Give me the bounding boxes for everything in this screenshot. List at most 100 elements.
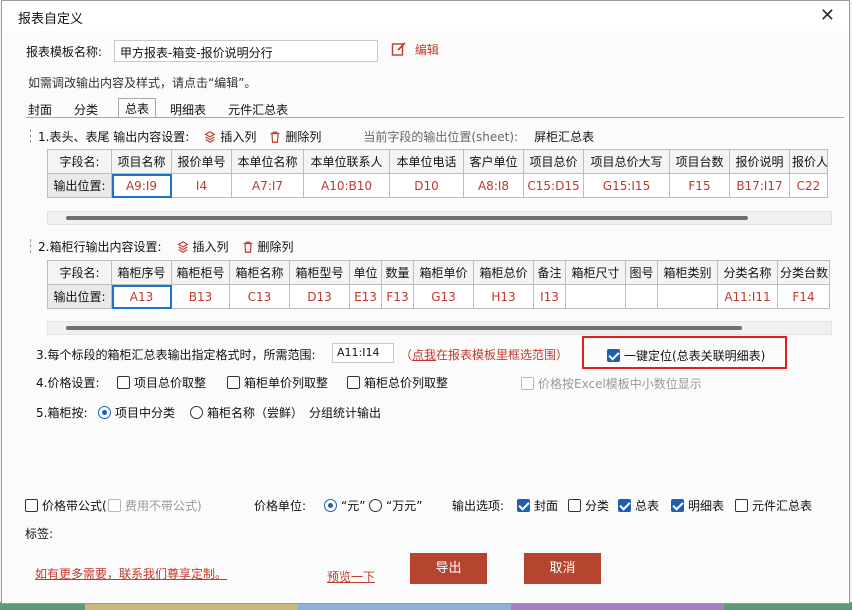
click-me-link[interactable]: 点我 xyxy=(412,348,436,362)
output-position-label: 当前字段的输出位置(sheet): xyxy=(363,130,519,144)
output-cell[interactable]: A10:B10 xyxy=(303,173,390,198)
field-name-row: 字段名: 箱柜序号 箱柜柜号 箱柜名称 箱柜型号 单位 数量 箱柜单价 箱柜总价… xyxy=(47,260,830,285)
radio-unselected-icon xyxy=(190,406,203,419)
section2-horizontal-scrollbar[interactable] xyxy=(47,321,832,335)
field-header-cell[interactable]: 分类台数 xyxy=(777,260,830,285)
section1-horizontal-scrollbar[interactable] xyxy=(47,211,832,225)
output-class-label: 分类 xyxy=(585,499,610,513)
round-project-total-label: 项目总价取整 xyxy=(134,376,207,390)
group-by-name-radio[interactable]: 箱柜名称（尝鲜） xyxy=(190,404,303,421)
output-cell[interactable] xyxy=(565,284,626,309)
price-formula-checkbox[interactable]: 价格带公式( xyxy=(25,497,107,514)
output-cell[interactable]: G13 xyxy=(413,284,474,309)
output-cell[interactable]: I4 xyxy=(171,173,232,198)
output-cell[interactable]: A8:I8 xyxy=(463,173,524,198)
output-cell[interactable]: D10 xyxy=(389,173,464,198)
fee-no-formula-checkbox[interactable]: 费用不带公式) xyxy=(108,497,202,514)
field-header-cell[interactable]: 项目名称 xyxy=(111,149,172,174)
close-icon[interactable]: ✕ xyxy=(820,5,835,26)
tab-classification[interactable]: 分类 xyxy=(72,99,106,118)
output-cell[interactable]: A11:I11 xyxy=(717,284,778,309)
field-header-cell[interactable]: 项目台数 xyxy=(669,149,730,174)
field-header-cell[interactable]: 箱柜型号 xyxy=(289,260,350,285)
output-cell[interactable]: B13 xyxy=(171,284,230,309)
section2-insert-column-button[interactable]: 插入列 xyxy=(176,238,229,255)
field-header-cell[interactable]: 箱柜柜号 xyxy=(171,260,230,285)
section2-delete-column-button[interactable]: 删除列 xyxy=(241,238,294,255)
field-header-cell[interactable]: 箱柜序号 xyxy=(111,260,172,285)
output-cell-selected[interactable]: A13 xyxy=(111,284,172,309)
round-unit-price-label: 箱柜单价列取整 xyxy=(244,376,329,390)
unit-yuan-radio[interactable]: “元” xyxy=(324,497,365,514)
output-cell[interactable]: F14 xyxy=(777,284,830,309)
round-project-total-checkbox[interactable]: 项目总价取整 xyxy=(117,374,206,391)
one-key-locate-checkbox[interactable]: 一键定位(总表关联明细表) xyxy=(607,347,765,364)
field-header-cell[interactable]: 客户单位 xyxy=(463,149,524,174)
section2-title: 2.箱柜行输出内容设置: xyxy=(38,240,162,254)
tab-summary[interactable]: 总表 xyxy=(118,98,157,118)
output-cell[interactable] xyxy=(625,284,658,309)
field-header-cell[interactable]: 报价人 xyxy=(789,149,828,174)
group-by-project-radio[interactable]: 项目中分类 xyxy=(98,404,175,421)
output-cell-selected[interactable]: A9:I9 xyxy=(111,173,172,198)
tab-cover[interactable]: 封面 xyxy=(26,99,60,118)
excel-decimal-checkbox[interactable]: 价格按Excel模板中小数位显示 xyxy=(521,375,702,392)
tab-detail[interactable]: 明细表 xyxy=(168,99,214,118)
custom-contact-link[interactable]: 如有更多需要，联系我们尊享定制。 xyxy=(35,565,227,582)
output-cell[interactable]: I13 xyxy=(533,284,566,309)
export-button[interactable]: 导出 xyxy=(410,553,487,584)
output-cover-checkbox[interactable]: 封面 xyxy=(517,497,558,514)
round-unit-price-checkbox[interactable]: 箱柜单价列取整 xyxy=(227,374,328,391)
cancel-button[interactable]: 取消 xyxy=(524,553,601,584)
field-header-cell[interactable]: 数量 xyxy=(381,260,414,285)
template-name-input[interactable]: 甲方报表-箱变-报价说明分行 xyxy=(114,40,378,62)
field-header-cell[interactable]: 分类名称 xyxy=(717,260,778,285)
field-header-cell[interactable]: 箱柜总价 xyxy=(473,260,534,285)
output-cell[interactable]: C22 xyxy=(789,173,828,198)
output-cell[interactable]: C15:D15 xyxy=(523,173,584,198)
range-input[interactable]: A11:I14 xyxy=(332,343,394,363)
output-cell[interactable]: F13 xyxy=(381,284,414,309)
output-cell[interactable]: F15 xyxy=(669,173,730,198)
output-cell[interactable]: H13 xyxy=(473,284,534,309)
delete-column-label: 删除列 xyxy=(285,130,322,144)
field-header-cell[interactable]: 本单位名称 xyxy=(231,149,304,174)
field-header-cell[interactable]: 本单位电话 xyxy=(389,149,464,174)
output-cell[interactable]: G15:I15 xyxy=(583,173,670,198)
output-total-checkbox[interactable]: 总表 xyxy=(618,497,659,514)
field-header-cell[interactable]: 箱柜类别 xyxy=(657,260,718,285)
section1-delete-column-button[interactable]: 删除列 xyxy=(268,128,321,145)
output-cell[interactable]: B17:I17 xyxy=(729,173,790,198)
edit-link[interactable]: 编辑 xyxy=(391,41,439,58)
field-header-cell[interactable]: 单位 xyxy=(349,260,382,285)
field-header-cell[interactable]: 箱柜名称 xyxy=(229,260,290,285)
round-total-price-checkbox[interactable]: 箱柜总价列取整 xyxy=(347,374,448,391)
field-header-cell[interactable]: 箱柜尺寸 xyxy=(565,260,626,285)
field-header-cell[interactable]: 报价单号 xyxy=(171,149,232,174)
output-cell[interactable]: E13 xyxy=(349,284,382,309)
edit-label: 编辑 xyxy=(414,43,439,57)
output-cell[interactable] xyxy=(657,284,718,309)
tag-label: 标签: xyxy=(25,527,54,541)
scrollbar-thumb[interactable] xyxy=(66,326,742,330)
output-cell[interactable]: C13 xyxy=(229,284,290,309)
field-header-cell[interactable]: 本单位联系人 xyxy=(303,149,390,174)
field-header-cell[interactable]: 项目总价 xyxy=(523,149,584,174)
field-header-cell[interactable]: 图号 xyxy=(625,260,658,285)
preview-link[interactable]: 预览一下 xyxy=(327,568,375,585)
scrollbar-thumb[interactable] xyxy=(66,216,748,220)
output-class-checkbox[interactable]: 分类 xyxy=(568,497,609,514)
output-detail-checkbox[interactable]: 明细表 xyxy=(671,497,724,514)
output-parts-checkbox[interactable]: 元件汇总表 xyxy=(735,497,812,514)
delete-column-label: 删除列 xyxy=(257,240,294,254)
output-cell[interactable]: A7:I7 xyxy=(231,173,304,198)
tab-parts-summary[interactable]: 元件汇总表 xyxy=(226,99,296,118)
output-cell[interactable]: D13 xyxy=(289,284,350,309)
unit-wanyuan-radio[interactable]: “万元” xyxy=(369,497,422,514)
field-header-cell[interactable]: 报价说明 xyxy=(729,149,790,174)
field-header-cell[interactable]: 备注 xyxy=(533,260,566,285)
section1-insert-column-button[interactable]: 插入列 xyxy=(203,128,256,145)
field-header-cell[interactable]: 项目总价大写 xyxy=(583,149,670,174)
field-header-cell[interactable]: 箱柜单价 xyxy=(413,260,474,285)
section-divider xyxy=(30,129,31,143)
